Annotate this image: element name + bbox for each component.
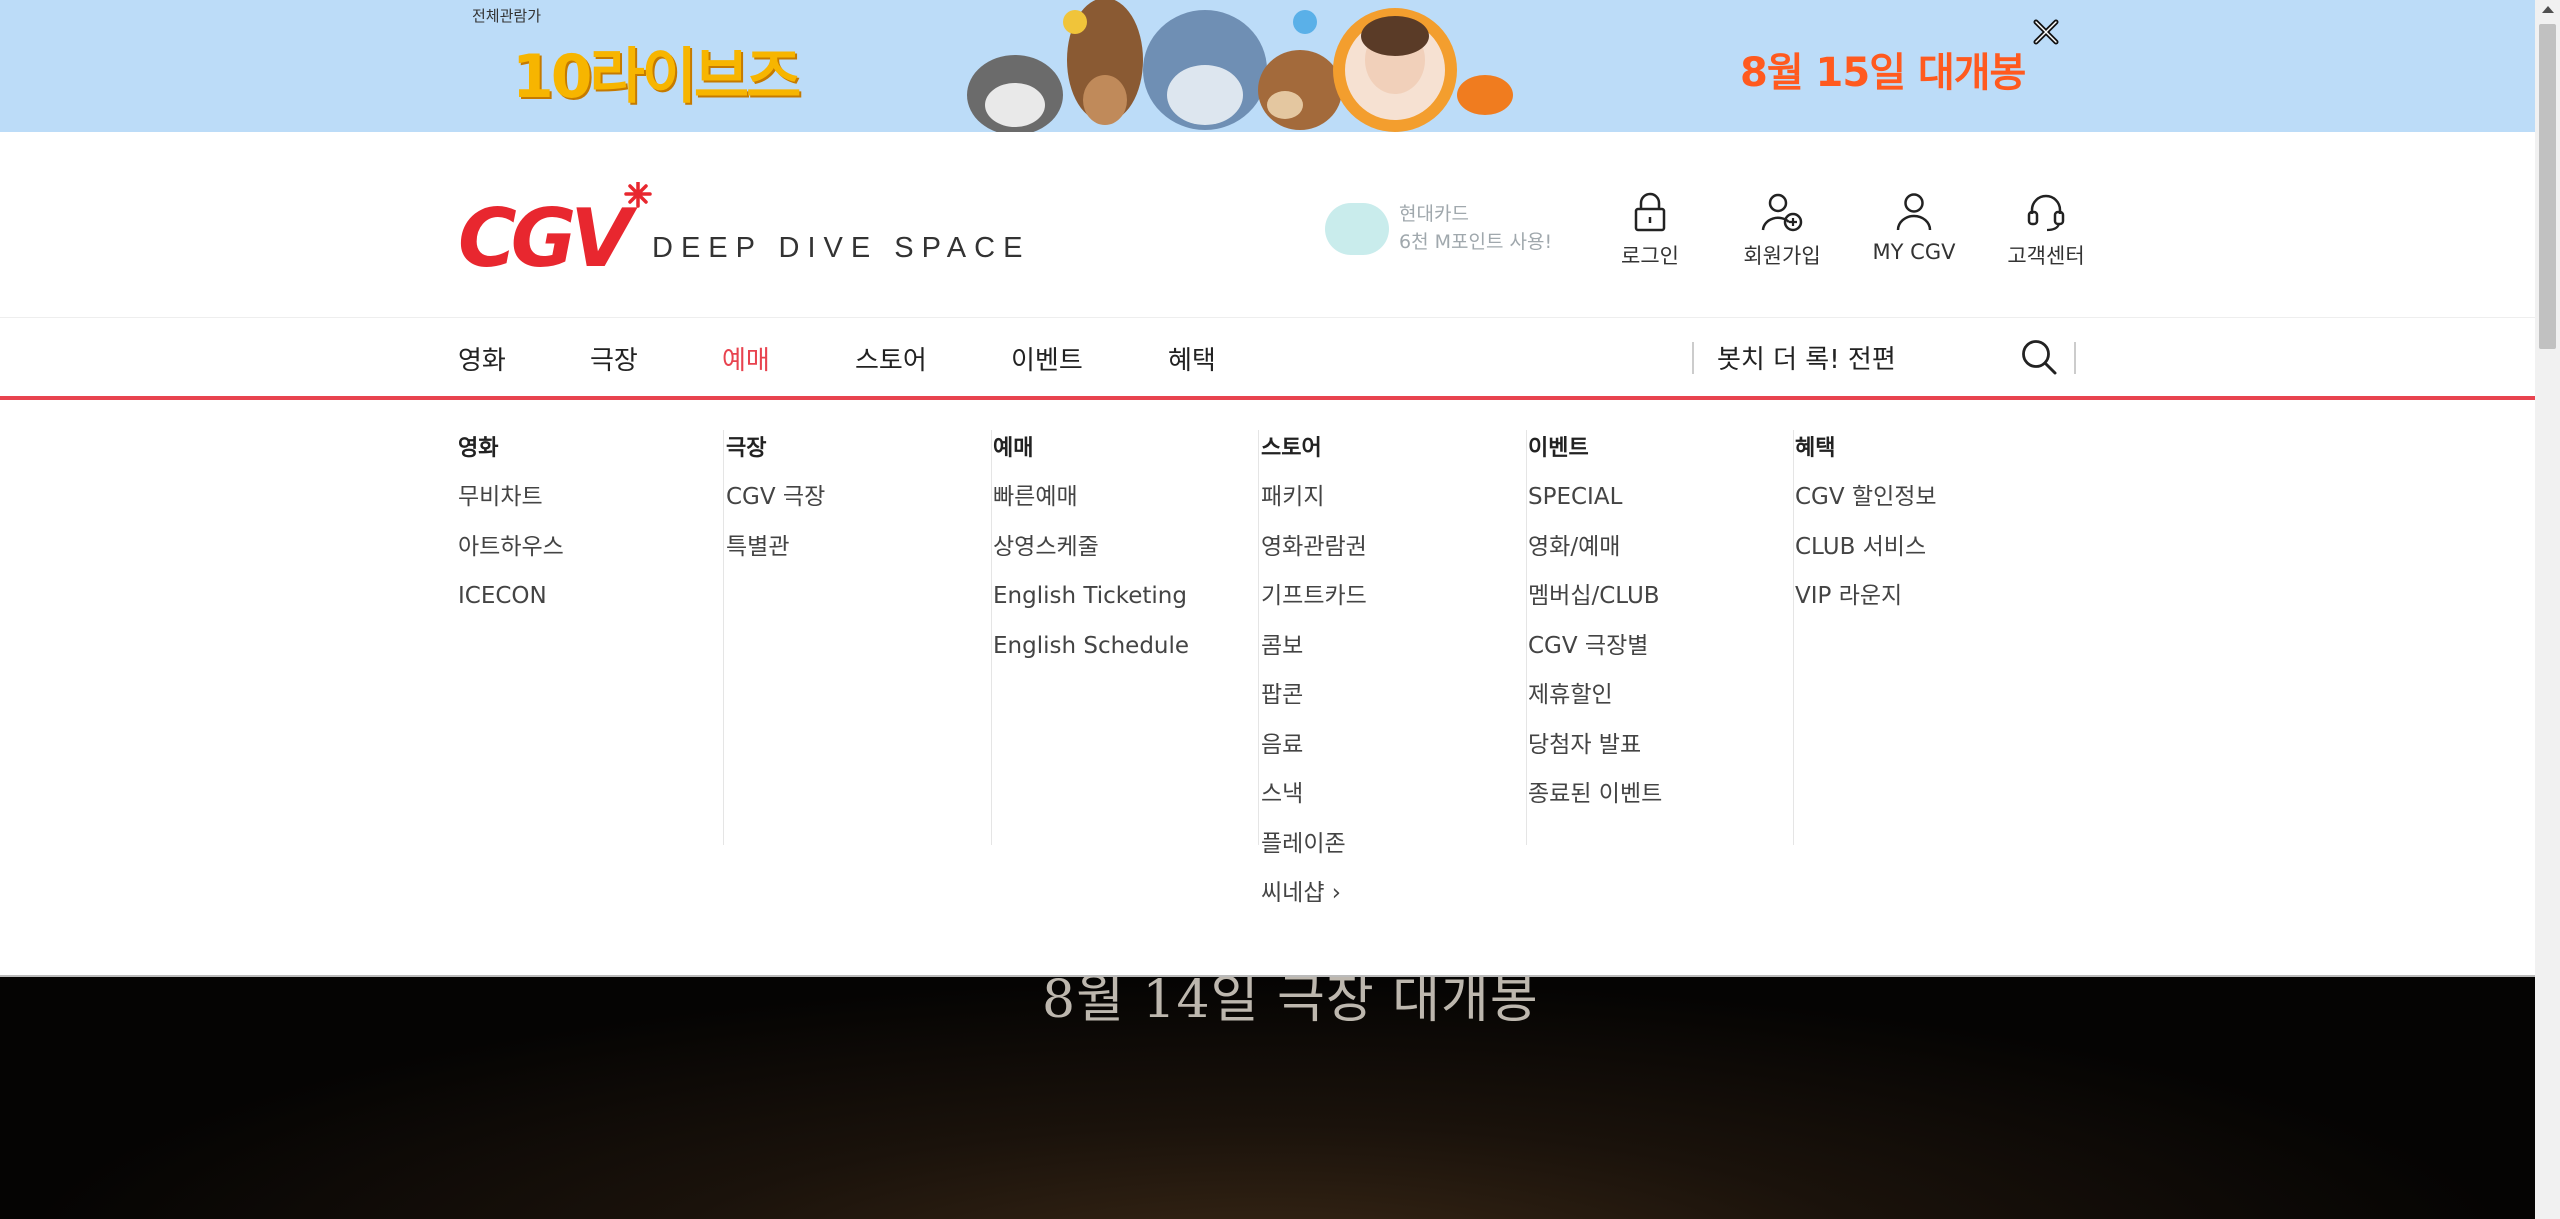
menu-link[interactable]: CGV 극장별 (1528, 631, 1662, 681)
search-input[interactable] (1717, 335, 2007, 379)
global-nav: 영화 극장 예매 스토어 이벤트 혜택 (0, 318, 2535, 400)
logo-text: CGV (458, 192, 638, 272)
main-hero-banner[interactable]: 8월 14일 극장 대개봉 (0, 977, 2535, 1219)
menu-column-event: 이벤트 SPECIAL 영화/예매 멤버십/CLUB CGV 극장별 제휴할인 … (1528, 430, 1794, 845)
page: 전체관람가 10라이브즈 8월 15일 대개봉 CGV DEEP DIVE SP… (0, 0, 2535, 1219)
scrollbar-thumb[interactable] (2539, 24, 2556, 349)
signup-label: 회원가입 (1743, 244, 1821, 268)
banner-movie-title: 10라이브즈 (512, 42, 801, 112)
menu-link[interactable]: English Ticketing (993, 581, 1189, 631)
nav-event[interactable]: 이벤트 (1011, 340, 1083, 377)
menu-column-benefits: 혜택 CGV 할인정보 CLUB 서비스 VIP 라운지 (1795, 430, 2060, 845)
hero-release-text: 8월 14일 극장 대개봉 (1042, 977, 1539, 1030)
my-cgv-label: MY CGV (1872, 240, 1956, 264)
menu-link[interactable]: 영화/예매 (1528, 532, 1662, 582)
menu-link[interactable]: 당첨자 발표 (1528, 730, 1662, 780)
menu-column-title: 이벤트 (1528, 436, 1589, 461)
menu-link[interactable]: SPECIAL (1528, 482, 1662, 532)
close-icon[interactable] (2030, 16, 2062, 48)
menu-link[interactable]: VIP 라운지 (1795, 581, 1937, 631)
menu-link[interactable]: 팝콘 (1261, 680, 1367, 730)
menu-link[interactable]: 음료 (1261, 730, 1367, 780)
menu-link[interactable]: 상영스케줄 (993, 532, 1189, 582)
menu-link[interactable]: 패키지 (1261, 482, 1367, 532)
nav-store[interactable]: 스토어 (855, 340, 927, 377)
promo-hyundai-card[interactable]: 현대카드 6천 M포인트 사용! (1325, 198, 1555, 260)
signup-button[interactable]: 회원가입 (1727, 192, 1837, 270)
menu-link[interactable]: 무비차트 (458, 482, 564, 532)
menu-link[interactable]: 아트하우스 (458, 532, 564, 582)
menu-column-movie: 영화 무비차트 아트하우스 ICECON (458, 430, 724, 845)
promo-line-2: 6천 M포인트 사용! (1399, 231, 1553, 253)
page-scrollbar[interactable] (2535, 0, 2560, 1219)
scroll-up-arrow-icon[interactable] (2542, 6, 2554, 13)
search-divider-left (1692, 342, 1694, 374)
menu-link[interactable]: 씨네샵 › (1261, 878, 1367, 928)
headset-icon (2027, 194, 2065, 232)
menu-column-title: 스토어 (1261, 436, 1322, 461)
menu-link[interactable]: CGV 극장 (726, 482, 825, 532)
search-divider-right (2074, 342, 2076, 374)
site-header: CGV DEEP DIVE SPACE 현대카드 6천 M포인트 사용! 로그인 (0, 132, 2535, 318)
menu-column-title: 극장 (726, 436, 767, 461)
customer-center-label: 고객센터 (2007, 244, 2085, 268)
menu-link[interactable]: 기프트카드 (1261, 581, 1367, 631)
nav-benefits[interactable]: 혜택 (1168, 340, 1216, 377)
brand-tagline: DEEP DIVE SPACE (652, 232, 1031, 264)
menu-link[interactable]: English Schedule (993, 631, 1189, 681)
menu-link[interactable]: 콤보 (1261, 631, 1367, 681)
menu-column-store: 스토어 패키지 영화관람권 기프트카드 콤보 팝콘 음료 스낵 플레이존 씨네샵… (1261, 430, 1527, 906)
banner-release-date: 8월 15일 대개봉 (1740, 50, 2026, 96)
banner-rating: 전체관람가 (472, 7, 542, 25)
menu-link[interactable]: 빠른예매 (993, 482, 1189, 532)
menu-link[interactable]: CLUB 서비스 (1795, 532, 1937, 582)
menu-link[interactable]: 멤버십/CLUB (1528, 581, 1662, 631)
menu-link[interactable]: 플레이존 (1261, 829, 1367, 879)
mega-menu: 영화 무비차트 아트하우스 ICECON 극장 CGV 극장 특별관 예매 빠른… (0, 400, 2535, 977)
menu-link[interactable]: 영화관람권 (1261, 532, 1367, 582)
logo-star-icon (624, 182, 652, 208)
menu-column-ticketing: 예매 빠른예매 상영스케줄 English Ticketing English … (993, 430, 1259, 845)
menu-link[interactable]: CGV 할인정보 (1795, 482, 1937, 532)
menu-link[interactable]: 특별관 (726, 532, 825, 582)
login-button[interactable]: 로그인 (1595, 192, 1705, 270)
menu-link[interactable]: ICECON (458, 581, 564, 631)
my-cgv-button[interactable]: MY CGV (1859, 192, 1969, 264)
banner-characters-image (967, 0, 1513, 132)
menu-link[interactable]: 제휴할인 (1528, 680, 1662, 730)
customer-center-button[interactable]: 고객센터 (1991, 192, 2101, 270)
nav-ticketing[interactable]: 예매 (722, 340, 770, 377)
menu-column-theater: 극장 CGV 극장 특별관 (726, 430, 992, 845)
cgv-logo[interactable]: CGV (458, 182, 658, 272)
promo-line-1: 현대카드 (1399, 203, 1469, 225)
top-banner[interactable]: 전체관람가 10라이브즈 8월 15일 대개봉 (0, 0, 2535, 132)
user-icon (1896, 193, 1932, 231)
lock-icon (1634, 192, 1666, 232)
menu-column-title: 혜택 (1795, 436, 1836, 461)
card-promo-icon (1325, 203, 1389, 255)
nav-theater[interactable]: 극장 (590, 340, 638, 377)
menu-column-title: 영화 (458, 436, 499, 461)
menu-link[interactable]: 종료된 이벤트 (1528, 779, 1662, 829)
menu-link[interactable]: 스낵 (1261, 779, 1367, 829)
menu-column-title: 예매 (993, 436, 1034, 461)
login-label: 로그인 (1621, 244, 1679, 268)
search-icon[interactable] (2020, 338, 2058, 376)
nav-movie[interactable]: 영화 (458, 340, 506, 377)
add-user-icon (1761, 193, 1803, 232)
